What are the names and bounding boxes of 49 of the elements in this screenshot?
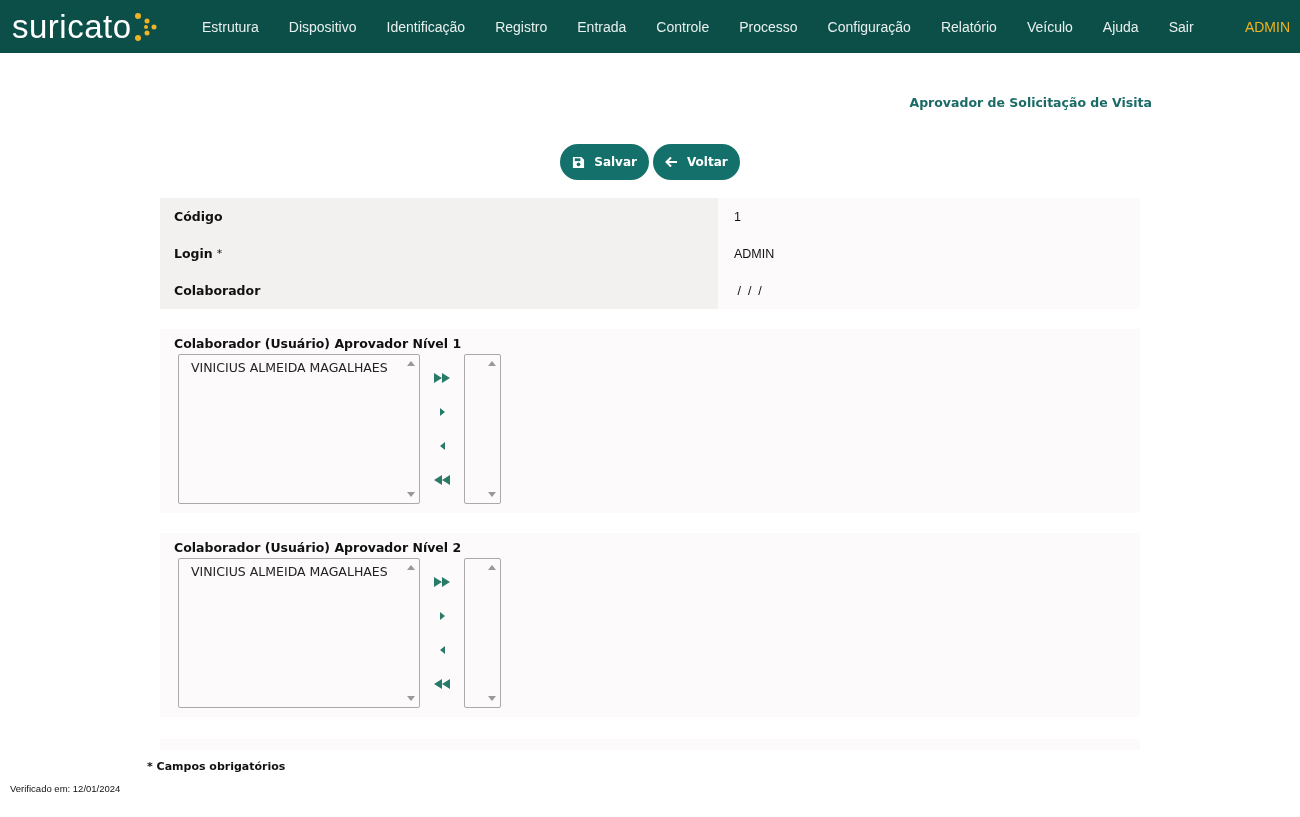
arrow-left-icon — [664, 156, 678, 168]
nav-link[interactable]: Processo — [724, 18, 813, 35]
field-value: ADMIN — [734, 246, 775, 261]
nav-link[interactable]: Estrutura — [187, 18, 274, 35]
panel-label: Colaborador (Usuário) Aprovador Nível 2 — [174, 540, 463, 555]
available-list[interactable]: VINICIUS ALMEIDA MAGALHAES — [178, 354, 420, 504]
field-label: Código — [174, 209, 223, 224]
nav-link[interactable]: Dispositivo — [273, 18, 372, 35]
required-note: * Campos obrigatórios — [147, 760, 287, 773]
save-button[interactable]: Salvar — [560, 144, 649, 180]
panel-label: Colaborador (Usuário) Aprovador Nível 1 — [174, 336, 463, 351]
move-all-left-button[interactable] — [432, 473, 452, 488]
selected-list[interactable] — [464, 558, 501, 708]
list-option[interactable]: VINICIUS ALMEIDA MAGALHAES — [179, 559, 419, 579]
nav-link[interactable]: Entrada — [562, 18, 642, 35]
move-all-right-button[interactable] — [432, 574, 452, 589]
move-all-left-button[interactable] — [432, 677, 452, 692]
nav-link[interactable]: Registro — [480, 18, 563, 35]
scroll-down-icon[interactable] — [488, 696, 496, 701]
nav-link[interactable]: Veículo — [1011, 18, 1088, 35]
move-all-right-button[interactable] — [432, 370, 452, 385]
scroll-up-icon[interactable] — [488, 565, 496, 570]
available-list[interactable]: VINICIUS ALMEIDA MAGALHAES — [178, 558, 420, 708]
page-title: Aprovador de Solicitação de Visita — [909, 95, 1152, 110]
verified-date: Verificado em: 12/01/2024 — [10, 783, 122, 794]
scroll-down-icon[interactable] — [488, 492, 496, 497]
required-mark: * — [216, 247, 223, 260]
nav-link[interactable]: Configuração — [812, 18, 926, 35]
field-label: Colaborador — [174, 283, 261, 298]
selected-list[interactable] — [464, 354, 501, 504]
scroll-down-icon[interactable] — [407, 696, 415, 701]
nav-link[interactable]: Relatório — [925, 18, 1012, 35]
back-button[interactable]: Voltar — [652, 144, 740, 180]
list-option[interactable]: VINICIUS ALMEIDA MAGALHAES — [179, 355, 419, 375]
nav-link[interactable]: Controle — [641, 18, 725, 35]
scroll-up-icon[interactable] — [407, 361, 415, 366]
move-right-button[interactable] — [437, 610, 447, 623]
nav-link[interactable]: Ajuda — [1087, 18, 1154, 35]
logo[interactable]: suricato — [12, 7, 187, 46]
scroll-down-icon[interactable] — [407, 492, 415, 497]
move-right-button[interactable] — [437, 406, 447, 419]
field-value: / / / — [736, 283, 762, 298]
user-name[interactable]: ADMIN — [1244, 18, 1290, 35]
nav-link[interactable]: Identificação — [371, 18, 481, 35]
field-label: Login — [174, 246, 213, 261]
field-value: 1 — [734, 209, 741, 224]
nav-link[interactable]: Sair — [1153, 18, 1209, 35]
scroll-up-icon[interactable] — [488, 361, 496, 366]
scroll-up-icon[interactable] — [407, 565, 415, 570]
